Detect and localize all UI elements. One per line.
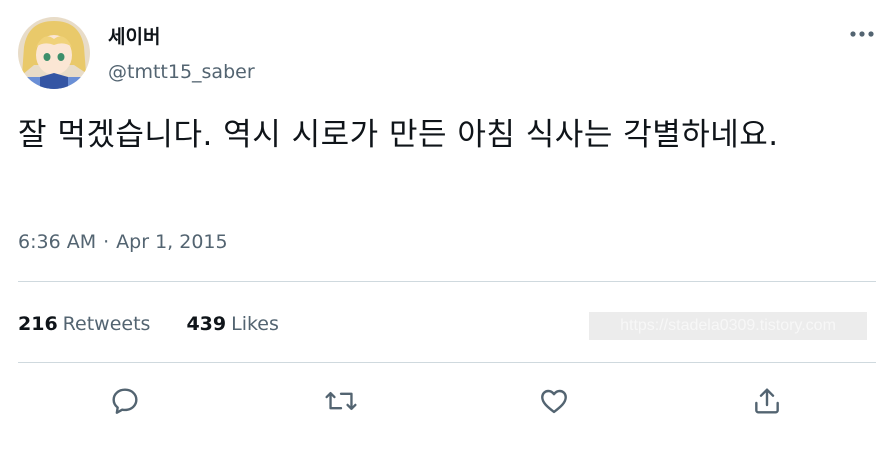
likes-label: Likes bbox=[231, 313, 279, 335]
display-name[interactable]: 세이버 bbox=[108, 24, 160, 50]
more-icon bbox=[850, 31, 874, 37]
watermark: https://stadela0309.tistory.com bbox=[589, 312, 867, 340]
tweet-text: 잘 먹겠습니다. 역시 시로가 만든 아침 식사는 각별하네요. bbox=[18, 117, 779, 153]
retweet-button[interactable] bbox=[318, 378, 364, 424]
share-icon bbox=[755, 388, 779, 414]
action-bar bbox=[0, 378, 894, 424]
user-handle[interactable]: @tmtt15_saber bbox=[108, 59, 255, 85]
retweets-stat[interactable]: 216 Retweets bbox=[18, 310, 150, 338]
retweets-label: Retweets bbox=[62, 313, 151, 335]
tweet-date: Apr 1, 2015 bbox=[116, 231, 228, 253]
reply-button[interactable] bbox=[102, 378, 148, 424]
likes-count: 439 bbox=[186, 313, 227, 335]
reply-icon bbox=[112, 388, 138, 414]
divider-top bbox=[18, 281, 876, 282]
profile-avatar[interactable] bbox=[18, 17, 90, 89]
timestamp-separator: · bbox=[103, 231, 110, 253]
profile-avatar-icon bbox=[18, 17, 90, 89]
tweet-stats: 216 Retweets 439 Likes bbox=[18, 310, 279, 338]
tweet-card: 세이버 @tmtt15_saber 잘 먹겠습니다. 역시 시로가 만든 아침 … bbox=[0, 0, 894, 454]
like-button[interactable] bbox=[531, 378, 577, 424]
more-button[interactable] bbox=[844, 20, 880, 48]
divider-bottom bbox=[18, 362, 876, 363]
retweet-icon bbox=[325, 391, 357, 411]
heart-icon bbox=[541, 389, 567, 414]
tweet-timestamp[interactable]: 6:36 AM · Apr 1, 2015 bbox=[18, 229, 228, 255]
tweet-time: 6:36 AM bbox=[18, 231, 97, 253]
share-button[interactable] bbox=[744, 378, 790, 424]
likes-stat[interactable]: 439 Likes bbox=[186, 310, 278, 338]
retweets-count: 216 bbox=[18, 313, 58, 335]
